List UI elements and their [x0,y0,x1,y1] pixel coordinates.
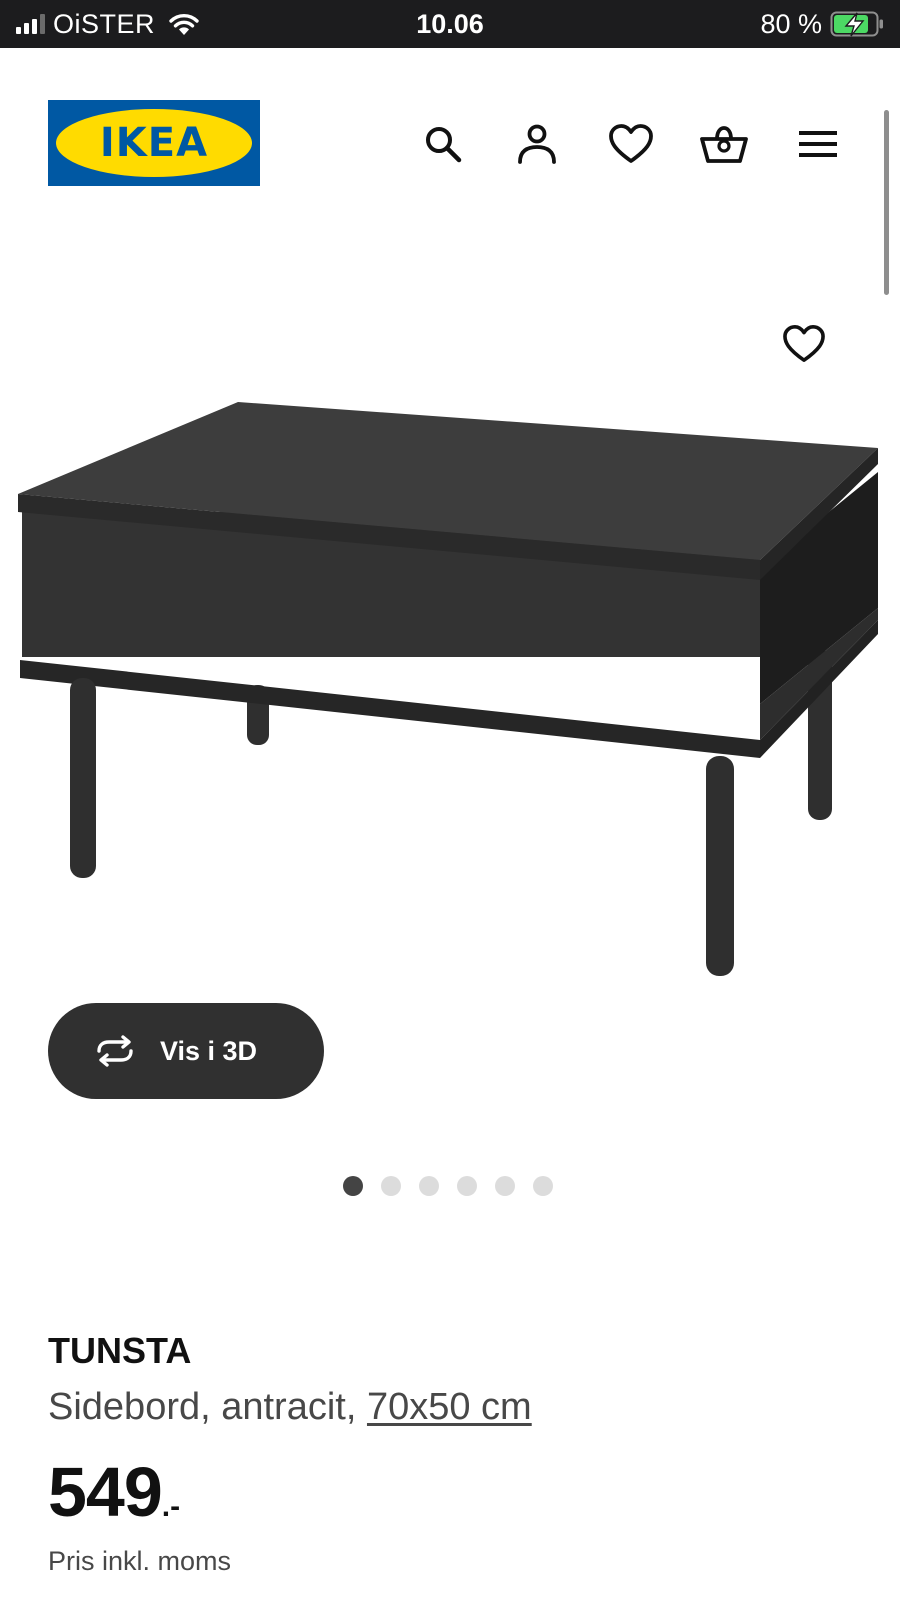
logo-text: IKEA [99,120,209,166]
site-header: IKEA [0,48,900,228]
product-description: Sidebord, antracit, 70x50 cm [48,1386,532,1429]
image-pagination [343,1176,553,1196]
product-description-text: Sidebord, antracit, [48,1386,367,1428]
favourites-icon[interactable] [605,118,657,170]
view-in-3d-button[interactable]: Vis i 3D [48,1003,324,1099]
pagination-dot-2[interactable] [381,1176,401,1196]
price-suffix: .- [161,1490,181,1523]
rotate-3d-icon [90,1034,140,1068]
pagination-dot-3[interactable] [419,1176,439,1196]
product-price: 549 .- [48,1452,180,1532]
ikea-logo[interactable]: IKEA [48,100,260,186]
logo-oval: IKEA [56,109,252,177]
page-scrollbar[interactable] [884,110,889,295]
pagination-dot-4[interactable] [457,1176,477,1196]
battery-percentage: 80 % [760,8,822,39]
menu-icon[interactable] [792,118,844,170]
product-image[interactable] [0,290,900,1010]
battery-charging-icon [830,10,886,38]
pagination-dot-5[interactable] [495,1176,515,1196]
basket-icon[interactable] [698,118,750,170]
status-right: 80 % [760,0,886,48]
status-bar: OiSTER 10.06 80 % [0,0,900,48]
product-name: TUNSTA [48,1330,192,1371]
search-icon[interactable] [417,118,469,170]
view-in-3d-label: Vis i 3D [160,1035,258,1066]
save-to-favourites-icon[interactable] [778,318,830,370]
account-icon[interactable] [511,118,563,170]
product-size-link[interactable]: 70x50 cm [367,1386,532,1428]
pagination-dot-6[interactable] [533,1176,553,1196]
price-integer: 549 [48,1453,163,1531]
price-note: Pris inkl. moms [48,1546,232,1576]
pagination-dot-1[interactable] [343,1176,363,1196]
